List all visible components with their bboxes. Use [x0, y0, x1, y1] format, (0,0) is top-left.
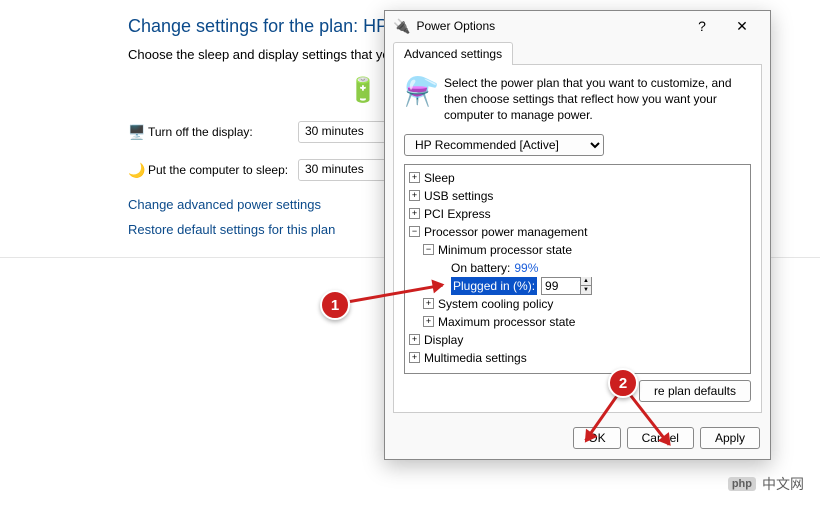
plugged-in-spinner[interactable]: ▲ ▼	[541, 277, 592, 295]
close-button[interactable]: ✕	[722, 14, 762, 38]
tree-item-usb[interactable]: +USB settings	[409, 187, 746, 205]
sleep-timeout-label: Put the computer to sleep:	[148, 163, 298, 177]
display-icon: 🖥️	[128, 124, 148, 141]
tree-item-pci[interactable]: +PCI Express	[409, 205, 746, 223]
dialog-title: Power Options	[416, 19, 682, 33]
tab-advanced-settings[interactable]: Advanced settings	[393, 42, 513, 65]
tree-item-display[interactable]: +Display	[409, 331, 746, 349]
tree-item-multimedia[interactable]: +Multimedia settings	[409, 349, 746, 367]
display-timeout-label: Turn off the display:	[148, 125, 298, 139]
spinner-up-icon[interactable]: ▲	[581, 277, 591, 286]
restore-plan-defaults-button[interactable]: re plan defaults	[639, 380, 751, 402]
on-battery-value[interactable]: 99%	[514, 259, 538, 277]
tab-body: ⚗️ Select the power plan that you want t…	[393, 64, 762, 413]
expand-icon[interactable]: +	[423, 316, 434, 327]
description-text: Select the power plan that you want to c…	[444, 75, 751, 124]
power-icon: 🔌	[393, 18, 410, 35]
tree-item-plugged-in[interactable]: Plugged in (%): ▲ ▼	[409, 277, 746, 295]
expand-icon[interactable]: +	[409, 208, 420, 219]
expand-icon[interactable]: +	[409, 190, 420, 201]
watermark-logo: php	[728, 477, 756, 491]
teapot-icon: ⚗️	[404, 75, 436, 124]
restore-row: re plan defaults	[404, 380, 751, 402]
description-row: ⚗️ Select the power plan that you want t…	[404, 75, 751, 124]
power-plan-select[interactable]: HP Recommended [Active]	[404, 134, 604, 156]
spinner-down-icon[interactable]: ▼	[581, 286, 591, 294]
collapse-icon[interactable]: −	[423, 244, 434, 255]
tree-item-on-battery[interactable]: On battery: 99%	[409, 259, 746, 277]
dialog-buttons: OK Cancel Apply	[385, 421, 770, 459]
tree-item-cooling[interactable]: +System cooling policy	[409, 295, 746, 313]
watermark-text: 中文网	[762, 474, 804, 494]
power-options-dialog: 🔌 Power Options ? ✕ Advanced settings ⚗️…	[384, 10, 771, 460]
titlebar: 🔌 Power Options ? ✕	[385, 11, 770, 41]
annotation-number-1: 1	[320, 290, 350, 320]
plugged-in-input[interactable]	[542, 278, 580, 294]
tree-item-sleep[interactable]: +Sleep	[409, 169, 746, 187]
on-battery-label: On battery:	[451, 259, 510, 277]
expand-icon[interactable]: +	[409, 334, 420, 345]
expand-icon[interactable]: +	[409, 352, 420, 363]
settings-tree[interactable]: +Sleep +USB settings +PCI Express −Proce…	[404, 164, 751, 374]
sleep-timeout-select[interactable]: 30 minutes	[298, 159, 398, 181]
display-timeout-select[interactable]: 30 minutes	[298, 121, 398, 143]
collapse-icon[interactable]: −	[409, 226, 420, 237]
watermark: php 中文网	[728, 474, 804, 494]
tree-item-max-proc-state[interactable]: +Maximum processor state	[409, 313, 746, 331]
annotation-number-2: 2	[608, 368, 638, 398]
help-button[interactable]: ?	[682, 14, 722, 38]
apply-button[interactable]: Apply	[700, 427, 760, 449]
tree-item-min-proc-state[interactable]: −Minimum processor state	[409, 241, 746, 259]
expand-icon[interactable]: +	[409, 172, 420, 183]
plugged-in-label: Plugged in (%):	[451, 277, 537, 295]
tabstrip: Advanced settings	[385, 41, 770, 64]
moon-icon: 🌙	[128, 162, 148, 179]
expand-icon[interactable]: +	[423, 298, 434, 309]
tree-item-processor[interactable]: −Processor power management	[409, 223, 746, 241]
